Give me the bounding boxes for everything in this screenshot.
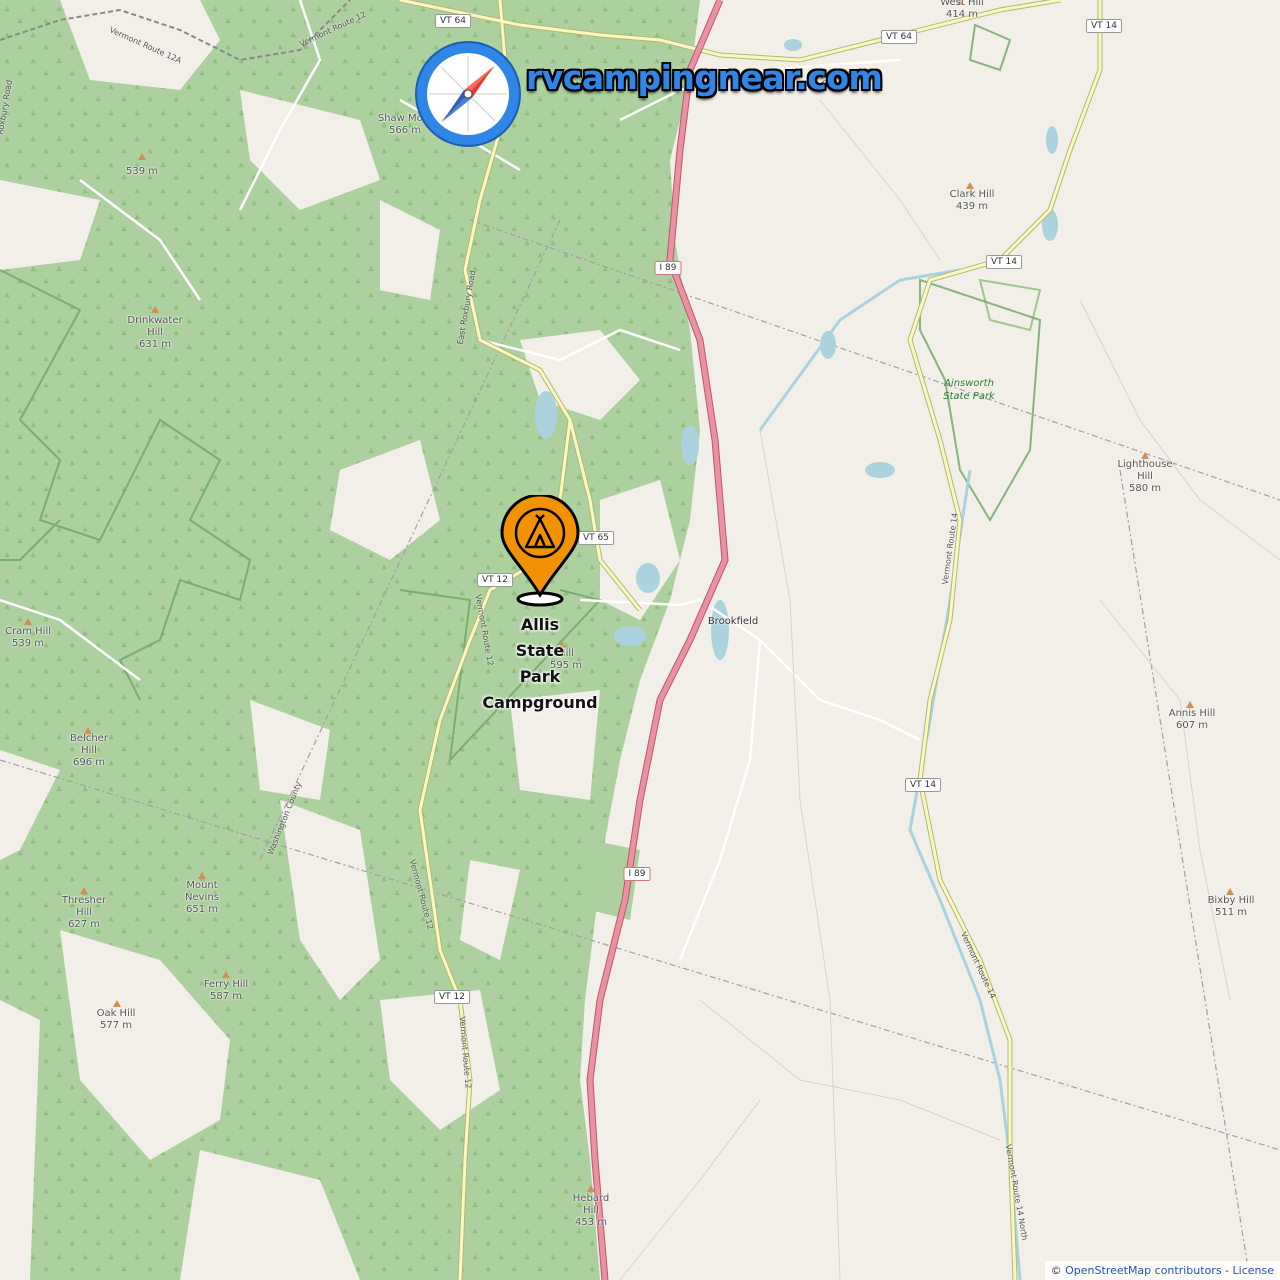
peak-label: Ferry Hill 587 m bbox=[203, 979, 249, 1002]
peak-label: Cram Hill 539 m bbox=[5, 626, 51, 649]
campground-label[interactable]: Allis State Park Campground bbox=[470, 612, 610, 716]
tent-pin-icon[interactable] bbox=[500, 495, 580, 610]
route-shield: VT 64 bbox=[881, 30, 917, 44]
peak-label: Lighthouse Hill 580 m bbox=[1117, 459, 1173, 494]
peak-label: Drinkwater Hill 631 m bbox=[127, 315, 183, 350]
peak-label: Hebard Hill 453 m bbox=[572, 1193, 610, 1228]
route-shield: VT 12 bbox=[434, 990, 470, 1004]
attribution-separator: - bbox=[1221, 1264, 1233, 1277]
osm-link[interactable]: OpenStreetMap contributors bbox=[1065, 1264, 1221, 1277]
route-shield: VT 14 bbox=[986, 255, 1022, 269]
peak-label: 539 m bbox=[125, 166, 159, 177]
route-shield: I 89 bbox=[623, 867, 651, 881]
compass-icon bbox=[415, 41, 521, 147]
campground-label-line: Campground bbox=[482, 693, 598, 712]
route-shield: VT 14 bbox=[1086, 19, 1122, 33]
route-shield: I 89 bbox=[654, 261, 682, 275]
campground-label-line: State bbox=[515, 641, 565, 660]
peak-label: Mount Nevins 651 m bbox=[185, 880, 219, 915]
route-shield: VT 64 bbox=[435, 14, 471, 28]
brand-name: rvcampingnear.com bbox=[526, 58, 883, 97]
route-shield: VT 14 bbox=[905, 778, 941, 792]
peak-label: Annis Hill 607 m bbox=[1168, 708, 1216, 731]
attribution-prefix: © bbox=[1050, 1264, 1066, 1277]
peak-label: Oak Hill 577 m bbox=[96, 1008, 136, 1031]
peak-label: Belcher Hill 696 m bbox=[70, 733, 108, 768]
campground-label-line: Park bbox=[519, 667, 561, 686]
peak-label: Clark Hill 439 m bbox=[949, 189, 995, 212]
town-label: Brookfield bbox=[707, 616, 759, 627]
peak-label: West Hill 414 m bbox=[940, 0, 984, 20]
peak-label: Thresher Hill 627 m bbox=[61, 895, 107, 930]
peak-label: Bixby Hill 511 m bbox=[1207, 895, 1255, 918]
brand-logo[interactable]: rvcampingnear.com bbox=[414, 40, 883, 150]
map-base-layer: ♣ ♣ bbox=[0, 0, 1280, 1280]
license-link[interactable]: License bbox=[1233, 1264, 1274, 1277]
route-shield: VT 65 bbox=[578, 531, 614, 545]
map-canvas[interactable]: ♣ ♣ bbox=[0, 0, 1280, 1280]
park-label: Ainsworth State Park bbox=[943, 378, 995, 402]
map-attribution: © OpenStreetMap contributors - License bbox=[1044, 1261, 1280, 1280]
campground-label-line: Allis bbox=[520, 615, 560, 634]
